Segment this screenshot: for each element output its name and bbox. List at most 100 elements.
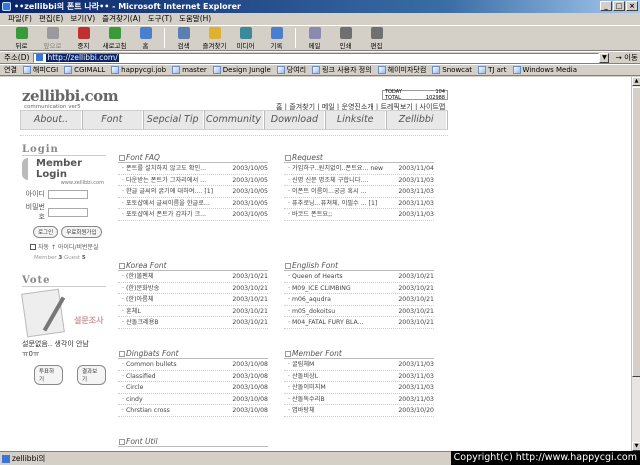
- board-row-title[interactable]: (한)문화방송: [118, 283, 222, 294]
- board-title[interactable]: Dingbats Font: [118, 348, 268, 359]
- nav-item-1[interactable]: Font: [82, 111, 143, 129]
- board-row[interactable]: (한)문화방송 2003/10/21: [118, 283, 268, 294]
- minimize-button[interactable]: _: [600, 1, 612, 11]
- board-row-title[interactable]: 산돌독수리B: [284, 394, 388, 405]
- board-title[interactable]: Request: [284, 152, 434, 163]
- link-item[interactable]: TJ art: [478, 66, 507, 74]
- toolbar-button-7[interactable]: 미디어: [230, 26, 261, 50]
- board-row-title[interactable]: Classified: [118, 371, 222, 382]
- board-row[interactable]: cindy 2003/10/08: [118, 394, 268, 405]
- menu-item-3[interactable]: 즐겨찾기(A): [102, 13, 141, 25]
- board-row[interactable]: M04_FATAL FURY BLA... 2003/10/21: [284, 317, 434, 329]
- board-row[interactable]: Classified 2003/10/08: [118, 371, 268, 382]
- board-row[interactable]: 이폰트 이름이...궁금 혹시 ... 2003/11/03: [284, 186, 434, 198]
- menu-item-4[interactable]: 도구(T): [148, 13, 172, 25]
- nav-item-4[interactable]: Download: [264, 111, 326, 129]
- board-row[interactable]: Circle 2003/10/08: [118, 382, 268, 394]
- scroll-down-button[interactable]: ▼: [632, 442, 640, 451]
- board-title[interactable]: Font FAQ: [118, 152, 268, 163]
- board-row[interactable]: 한글 글씨의 굵기에 대하여.... [1] 2003/10/05: [118, 186, 268, 198]
- id-field[interactable]: [48, 189, 88, 199]
- scroll-thumb[interactable]: [632, 87, 640, 377]
- board-title[interactable]: Korea Font: [118, 260, 268, 271]
- board-row[interactable]: m06_aqudra 2003/10/21: [284, 294, 434, 306]
- board-row-title[interactable]: Circle: [118, 382, 222, 393]
- board-row-title[interactable]: 엽바탕체: [284, 405, 388, 416]
- board-row[interactable]: 산돌크레용B 2003/10/21: [118, 317, 268, 329]
- go-button[interactable]: → 이동: [615, 52, 637, 63]
- auto-login-checkbox[interactable]: [30, 243, 36, 250]
- toolbar-button-9[interactable]: 메일: [299, 26, 330, 50]
- board-row-title[interactable]: 포토샵에서 글씨이름을 한글로...: [118, 198, 222, 209]
- board-row-title[interactable]: 신명 신문 명조체 구합니다....: [284, 175, 388, 186]
- link-item[interactable]: 링크 사용자 정의: [312, 65, 372, 75]
- toolbar-button-10[interactable]: 인쇄: [330, 26, 361, 50]
- link-item[interactable]: Snowcat: [432, 66, 472, 74]
- toolbar-button-6[interactable]: 즐겨찾기: [199, 26, 230, 50]
- board-row[interactable]: 엽바탕체 2003/10/20: [284, 405, 434, 417]
- board-row-title[interactable]: 이폰트 이름이...궁금 혹시 ...: [284, 186, 388, 197]
- board-row[interactable]: 포토샵에서 폰트가 갑자기 크... 2003/10/05: [118, 209, 268, 221]
- board-row-title[interactable]: 훈체L: [118, 306, 222, 317]
- menu-item-2[interactable]: 보기(V): [70, 13, 95, 25]
- nav-item-6[interactable]: Zellibbi: [386, 111, 448, 129]
- board-row-title[interactable]: 한글 글씨의 굵기에 대하여.... [1]: [118, 186, 222, 197]
- board-row-title[interactable]: 포토샵에서 폰트가 갑자기 크...: [118, 209, 222, 220]
- nav-item-5[interactable]: Linksite: [325, 111, 387, 129]
- link-item[interactable]: Design Jungle: [212, 66, 271, 74]
- board-row[interactable]: 퓨추로닝...퓨쳐체, 이필수 ... [1] 2003/11/03: [284, 198, 434, 209]
- link-item[interactable]: Windows Media: [512, 66, 577, 74]
- board-row[interactable]: 신명 신문 명조체 구합니다.... 2003/11/03: [284, 175, 434, 186]
- board-row-title[interactable]: 퓨추로닝...퓨쳐체, 이필수 ... [1]: [284, 198, 388, 209]
- board-row[interactable]: Chrstian cross 2003/10/08: [118, 405, 268, 417]
- menu-item-1[interactable]: 편집(E): [39, 13, 63, 25]
- password-field[interactable]: [48, 207, 88, 217]
- link-item[interactable]: master: [172, 66, 207, 74]
- board-row-title[interactable]: 폰트를 설치하지 않고도 확인...: [118, 163, 222, 174]
- board-row[interactable]: 가입하구..원치없이..폰트요... new 2003/11/04: [284, 163, 434, 175]
- address-url[interactable]: http://zellibbi.com/: [46, 53, 119, 62]
- board-title[interactable]: English Font: [284, 260, 434, 271]
- board-row[interactable]: 훈체L 2003/10/21: [118, 306, 268, 317]
- address-dropdown-button[interactable]: ▼: [599, 52, 610, 63]
- maximize-button[interactable]: □: [613, 1, 625, 11]
- board-row[interactable]: 산돌비상L 2003/11/03: [284, 371, 434, 382]
- result-button[interactable]: 결과보기: [77, 365, 106, 385]
- link-item[interactable]: 헤이미자닷컴: [377, 65, 426, 75]
- board-row[interactable]: 굴림체M 2003/11/03: [284, 359, 434, 371]
- board-title[interactable]: Font Util: [118, 436, 268, 447]
- link-item[interactable]: CGIMALL: [64, 66, 105, 74]
- board-row[interactable]: (한)아름체 2003/10/21: [118, 294, 268, 306]
- site-logo[interactable]: zellibbi.com: [22, 87, 119, 105]
- board-row-title[interactable]: (한)볼펜체: [118, 271, 222, 282]
- board-row-title[interactable]: Queen of Hearts: [284, 271, 388, 282]
- nav-item-3[interactable]: Community: [204, 111, 265, 129]
- board-row-title[interactable]: M09_ICE CLIMBING: [284, 283, 388, 294]
- board-row-title[interactable]: 산돌이미지M: [284, 382, 388, 393]
- auto-login-label[interactable]: 자동 ↑ 아이디/비번분실: [38, 242, 99, 251]
- board-row-title[interactable]: 가입하구..원치없이..폰트요... new: [284, 163, 388, 174]
- toolbar-button-11[interactable]: 편집: [361, 26, 392, 50]
- toolbar-button-4[interactable]: 홈: [130, 26, 161, 50]
- board-row-title[interactable]: 바코드 폰트요;;: [284, 209, 388, 220]
- join-button[interactable]: 무료회원가입: [61, 226, 102, 238]
- login-button[interactable]: 로그인: [33, 226, 59, 238]
- vertical-scrollbar[interactable]: ▲ ▼: [631, 77, 640, 451]
- board-row-title[interactable]: 다운받는 폰트가 그자리에서 ...: [118, 175, 222, 186]
- menu-item-0[interactable]: 파일(F): [8, 13, 32, 25]
- board-row-title[interactable]: (한)아름체: [118, 294, 222, 305]
- board-row-title[interactable]: cindy: [118, 394, 222, 405]
- board-row[interactable]: 포토샵에서 글씨이름을 한글로... 2003/10/05: [118, 198, 268, 209]
- board-row[interactable]: 폰트를 설치하지 않고도 확인... 2003/10/05: [118, 163, 268, 175]
- nav-item-0[interactable]: About..: [21, 111, 82, 129]
- board-row-title[interactable]: Chrstian cross: [118, 405, 222, 416]
- board-row[interactable]: Queen of Hearts 2003/10/21: [284, 271, 434, 283]
- board-row-title[interactable]: 굴림체M: [284, 359, 388, 370]
- vote-button[interactable]: 투표하기: [34, 365, 63, 385]
- toolbar-button-0[interactable]: 뒤로: [6, 26, 37, 50]
- address-input[interactable]: http://zellibbi.com/: [33, 52, 600, 63]
- link-item[interactable]: happycgi.job: [111, 66, 166, 74]
- board-row-title[interactable]: 산돌비상L: [284, 371, 388, 382]
- toolbar-button-8[interactable]: 기록: [261, 26, 292, 50]
- toolbar-button-2[interactable]: 중지: [68, 26, 99, 50]
